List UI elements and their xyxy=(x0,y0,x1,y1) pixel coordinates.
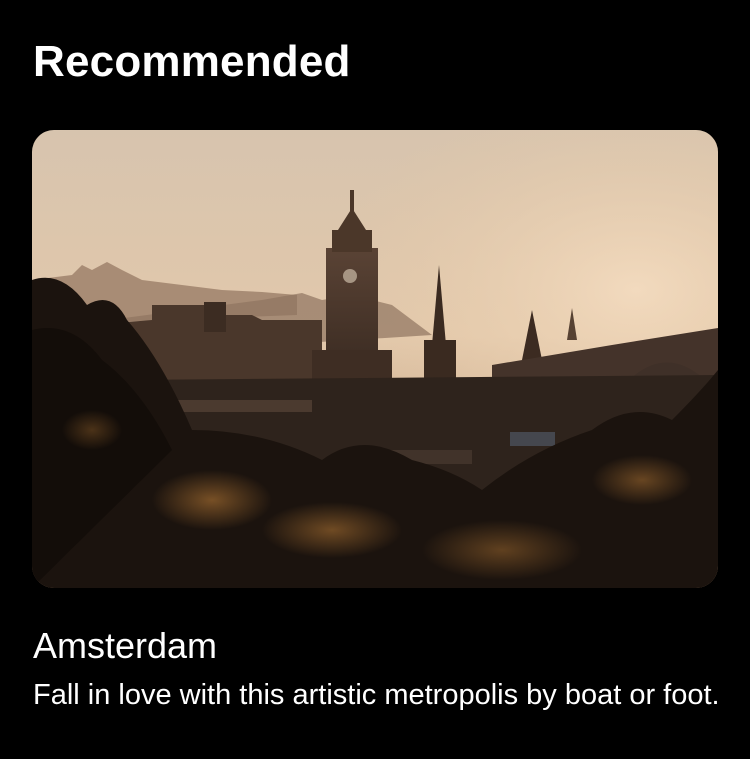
destination-description: Fall in love with this artistic metropol… xyxy=(33,679,720,711)
destination-card[interactable]: Amsterdam Fall in love with this artisti… xyxy=(0,0,750,759)
destination-title: Amsterdam xyxy=(33,625,218,666)
city-skyline-photo xyxy=(32,130,718,588)
destination-photo[interactable] xyxy=(32,130,718,588)
